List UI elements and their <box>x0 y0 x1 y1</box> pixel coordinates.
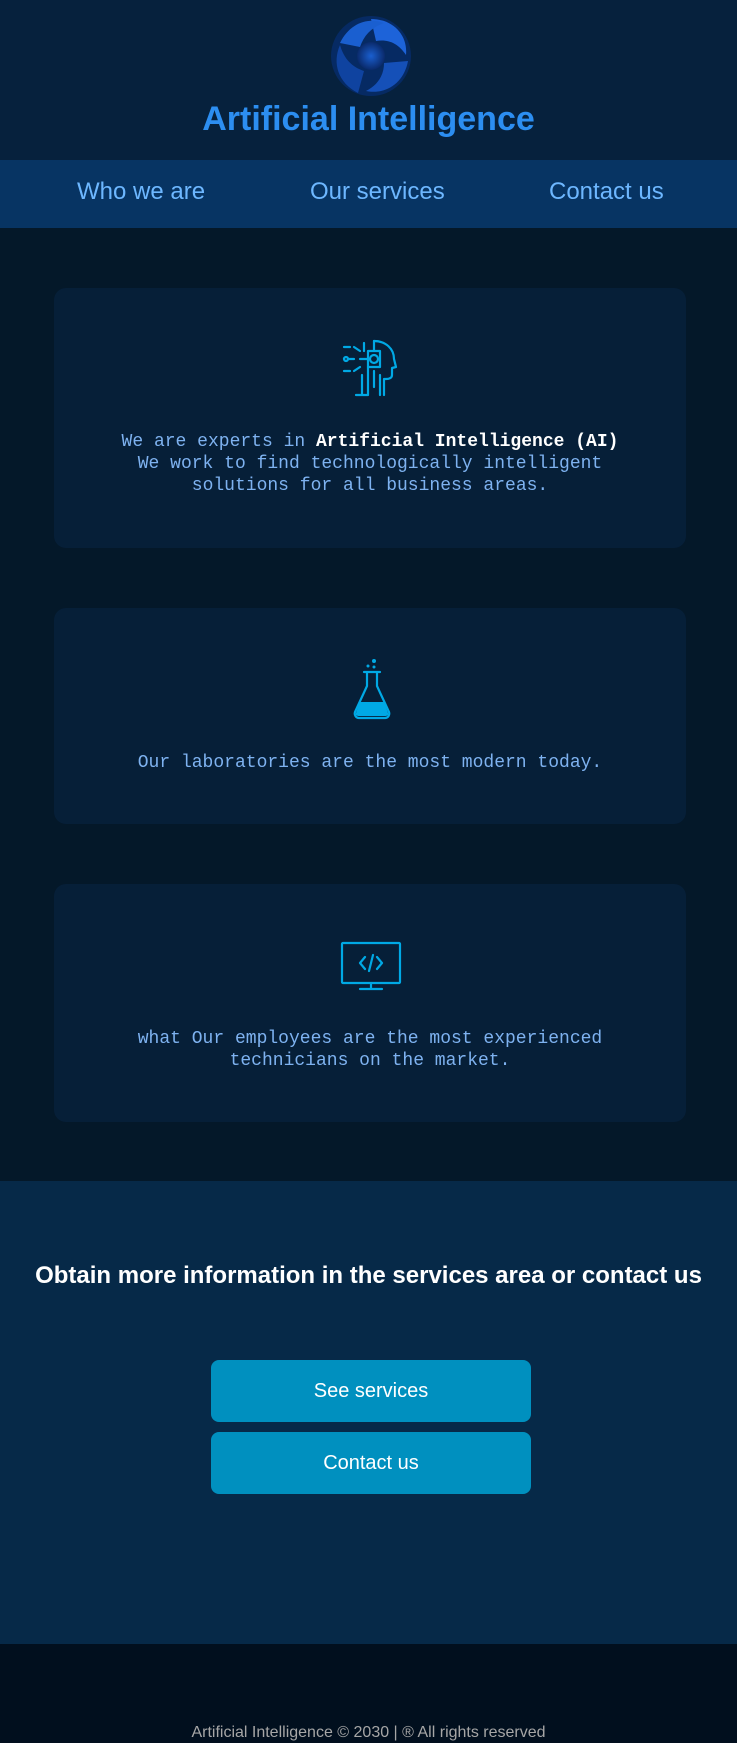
card-about-description: We work to find technologically intellig… <box>137 454 603 496</box>
code-monitor-icon <box>340 941 402 991</box>
ai-head-circuit-icon <box>342 339 398 397</box>
card-employees-text: what Our employees are the most experien… <box>137 1029 603 1071</box>
card-about: We are experts in Artificial Intelligenc… <box>54 288 686 548</box>
nav-item-our-services[interactable]: Our services <box>310 178 445 206</box>
cta-title: Obtain more information in the services … <box>35 1262 702 1289</box>
card-about-text: We are experts in Artificial Intelligenc… <box>84 431 656 497</box>
nav-item-who-we-are[interactable]: Who we are <box>77 178 205 206</box>
main-nav: Who we are Our services Contact us <box>0 160 737 228</box>
card-about-prefix: We are experts in <box>121 432 316 452</box>
see-services-button[interactable]: See services <box>211 1360 531 1422</box>
contact-us-button[interactable]: Contact us <box>211 1432 531 1494</box>
footer-copyright: Artificial Intelligence © 2030 | ® All r… <box>191 1724 546 1741</box>
card-labs-text: Our laboratories are the most modern tod… <box>137 753 603 773</box>
swirl-logo-icon[interactable] <box>328 13 414 99</box>
header: Artificial Intelligence <box>0 0 737 160</box>
card-labs: Our laboratories are the most modern tod… <box>54 608 686 824</box>
card-about-highlight: Artificial Intelligence (AI) <box>315 432 619 452</box>
nav-item-contact-us[interactable]: Contact us <box>549 178 664 206</box>
footer: Artificial Intelligence © 2030 | ® All r… <box>0 1644 737 1743</box>
card-employees: what Our employees are the most experien… <box>54 884 686 1122</box>
lab-flask-icon <box>353 659 391 720</box>
site-title: Artificial Intelligence <box>202 100 535 138</box>
